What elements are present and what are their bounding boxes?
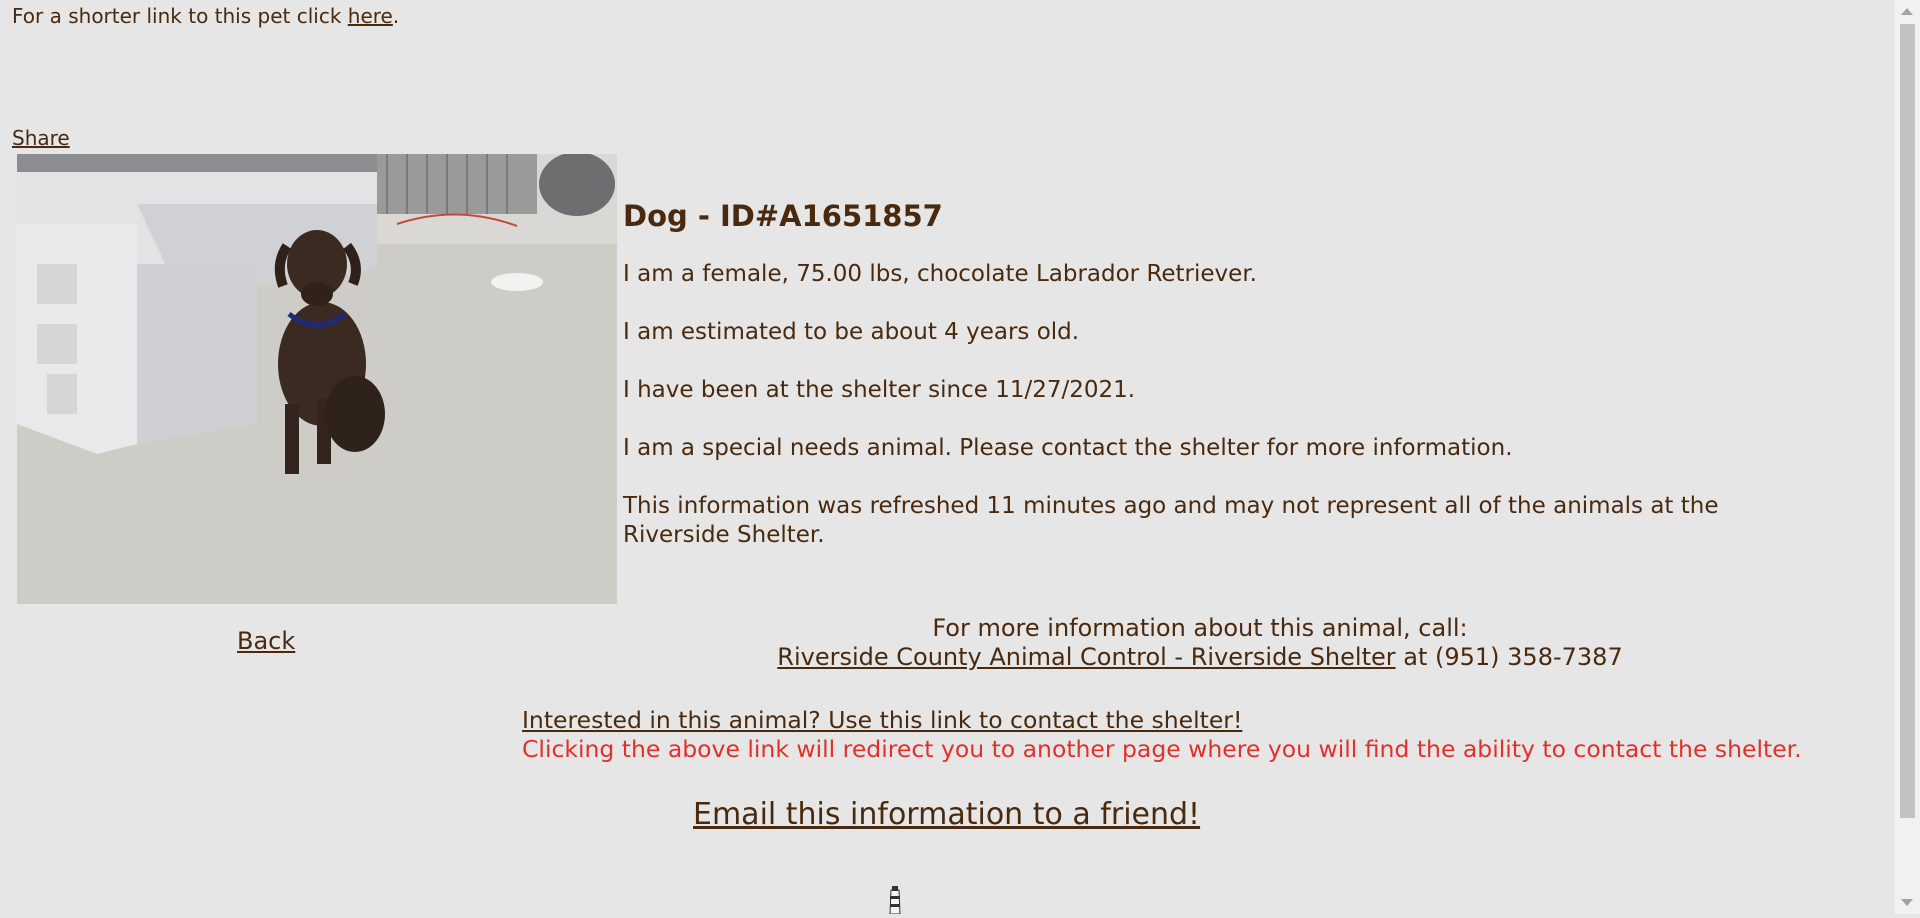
vertical-scrollbar[interactable] (1895, 0, 1920, 914)
short-link-text: For a shorter link to this pet click her… (12, 4, 399, 28)
pet-title: Dog - ID#A1651857 (623, 199, 943, 233)
back-link[interactable]: Back (237, 627, 295, 655)
email-friend-link[interactable]: Email this information to a friend! (693, 797, 1200, 832)
scroll-up-icon[interactable] (1901, 8, 1913, 15)
short-link-prefix: For a shorter link to this pet click (12, 4, 348, 28)
share-link[interactable]: Share (12, 126, 70, 150)
dog-photo-illustration (17, 154, 617, 604)
shelter-link[interactable]: Riverside County Animal Control - Rivers… (777, 643, 1395, 671)
pet-age: I am estimated to be about 4 years old. (623, 319, 1080, 345)
call-line: Riverside County Animal Control - Rivers… (560, 643, 1840, 672)
short-link-suffix: . (392, 4, 400, 28)
shelter-phone: at (951) 358-7387 (1395, 643, 1623, 671)
pet-special-needs: I am a special needs animal. Please cont… (623, 435, 1513, 461)
short-link-here[interactable]: here (348, 4, 393, 28)
contact-section: Interested in this animal? Use this link… (522, 706, 1802, 764)
pet-refresh-note: This information was refreshed 11 minute… (623, 493, 1719, 548)
redirect-note: Clicking the above link will redirect yo… (522, 735, 1802, 763)
scroll-down-icon[interactable] (1901, 899, 1913, 906)
pet-description: I am a female, 75.00 lbs, chocolate Labr… (623, 261, 1257, 287)
call-info: For more information about this animal, … (560, 614, 1840, 672)
call-heading: For more information about this animal, … (932, 614, 1468, 642)
contact-shelter-link[interactable]: Interested in this animal? Use this link… (522, 706, 1242, 734)
dog-photo (17, 154, 617, 604)
lighthouse-icon (887, 886, 903, 918)
scroll-thumb[interactable] (1900, 24, 1915, 818)
pet-info: Dog - ID#A1651857 I am a female, 75.00 l… (623, 196, 1823, 579)
pet-since: I have been at the shelter since 11/27/2… (623, 377, 1136, 403)
